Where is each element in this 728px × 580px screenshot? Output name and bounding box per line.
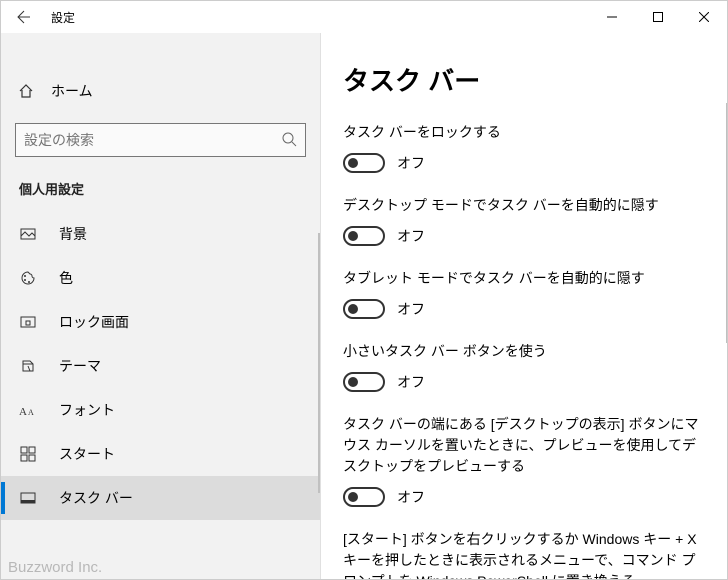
setting-small-buttons: 小さいタスク バー ボタンを使う オフ bbox=[343, 341, 705, 392]
sidebar-item-label: スタート bbox=[59, 444, 115, 464]
sidebar-item-fonts[interactable]: AA フォント bbox=[1, 388, 320, 432]
nav-list: 背景 色 ロック画面 bbox=[1, 212, 320, 520]
home-icon bbox=[17, 83, 35, 99]
content-area: ホーム 個人用設定 背景 bbox=[1, 33, 727, 579]
maximize-icon bbox=[653, 12, 663, 22]
palette-icon bbox=[19, 270, 37, 286]
search-icon bbox=[281, 131, 297, 150]
search-box[interactable] bbox=[15, 123, 306, 157]
sidebar-scrollbar[interactable] bbox=[318, 233, 320, 493]
setting-peek-desktop: タスク バーの端にある [デスクトップの表示] ボタンにマウス カーソルを置いた… bbox=[343, 414, 705, 507]
toggle-state: オフ bbox=[397, 226, 425, 246]
sidebar-item-label: ロック画面 bbox=[59, 312, 129, 332]
sidebar-item-taskbar[interactable]: タスク バー bbox=[1, 476, 320, 520]
page-title: タスク バー bbox=[343, 61, 705, 98]
window-controls bbox=[589, 1, 727, 33]
sidebar-item-colors[interactable]: 色 bbox=[1, 256, 320, 300]
toggle-peek-desktop[interactable] bbox=[343, 487, 385, 507]
sidebar-item-label: 色 bbox=[59, 268, 73, 288]
toggle-small-buttons[interactable] bbox=[343, 372, 385, 392]
setting-autohide-tablet: タブレット モードでタスク バーを自動的に隠す オフ bbox=[343, 268, 705, 319]
toggle-state: オフ bbox=[397, 487, 425, 507]
toggle-autohide-tablet[interactable] bbox=[343, 299, 385, 319]
back-button[interactable] bbox=[1, 1, 47, 33]
main-panel: タスク バー タスク バーをロックする オフ デスクトップ モードでタスク バー… bbox=[321, 33, 727, 579]
svg-text:A: A bbox=[28, 408, 34, 417]
window-title: 設定 bbox=[47, 9, 75, 26]
close-button[interactable] bbox=[681, 1, 727, 33]
taskbar-icon bbox=[19, 490, 37, 506]
setting-label: [スタート] ボタンを右クリックするか Windows キー + X キーを押し… bbox=[343, 529, 705, 579]
back-arrow-icon bbox=[16, 9, 32, 25]
toggle-state: オフ bbox=[397, 299, 425, 319]
sidebar-item-start[interactable]: スタート bbox=[1, 432, 320, 476]
sidebar-item-background[interactable]: 背景 bbox=[1, 212, 320, 256]
minimize-icon bbox=[607, 12, 617, 22]
setting-label: タブレット モードでタスク バーを自動的に隠す bbox=[343, 268, 705, 289]
svg-text:A: A bbox=[19, 406, 27, 417]
themes-icon bbox=[19, 358, 37, 374]
toggle-state: オフ bbox=[397, 372, 425, 392]
home-label: ホーム bbox=[51, 81, 93, 101]
toggle-state: オフ bbox=[397, 153, 425, 173]
setting-autohide-desktop: デスクトップ モードでタスク バーを自動的に隠す オフ bbox=[343, 195, 705, 246]
lockscreen-icon bbox=[19, 314, 37, 330]
start-icon bbox=[19, 446, 37, 462]
setting-lock-taskbar: タスク バーをロックする オフ bbox=[343, 122, 705, 173]
toggle-autohide-desktop[interactable] bbox=[343, 226, 385, 246]
sidebar: ホーム 個人用設定 背景 bbox=[1, 33, 321, 579]
home-button[interactable]: ホーム bbox=[1, 69, 320, 113]
search-wrap bbox=[15, 123, 306, 157]
minimize-button[interactable] bbox=[589, 1, 635, 33]
setting-label: デスクトップ モードでタスク バーを自動的に隠す bbox=[343, 195, 705, 216]
close-icon bbox=[699, 12, 709, 22]
section-header: 個人用設定 bbox=[1, 175, 320, 212]
fonts-icon: AA bbox=[19, 403, 37, 417]
settings-window: 設定 ホーム bbox=[0, 0, 728, 580]
sidebar-item-label: 背景 bbox=[59, 224, 87, 244]
main-scrollbar[interactable] bbox=[726, 103, 727, 343]
setting-label: タスク バーの端にある [デスクトップの表示] ボタンにマウス カーソルを置いた… bbox=[343, 414, 705, 477]
search-input[interactable] bbox=[24, 132, 281, 148]
setting-powershell-replace: [スタート] ボタンを右クリックするか Windows キー + X キーを押し… bbox=[343, 529, 705, 579]
toggle-lock-taskbar[interactable] bbox=[343, 153, 385, 173]
maximize-button[interactable] bbox=[635, 1, 681, 33]
picture-icon bbox=[19, 226, 37, 242]
sidebar-item-label: フォント bbox=[59, 400, 115, 420]
titlebar: 設定 bbox=[1, 1, 727, 33]
sidebar-item-themes[interactable]: テーマ bbox=[1, 344, 320, 388]
setting-label: タスク バーをロックする bbox=[343, 122, 705, 143]
sidebar-item-lockscreen[interactable]: ロック画面 bbox=[1, 300, 320, 344]
sidebar-item-label: テーマ bbox=[59, 356, 101, 376]
setting-label: 小さいタスク バー ボタンを使う bbox=[343, 341, 705, 362]
sidebar-item-label: タスク バー bbox=[59, 488, 133, 508]
